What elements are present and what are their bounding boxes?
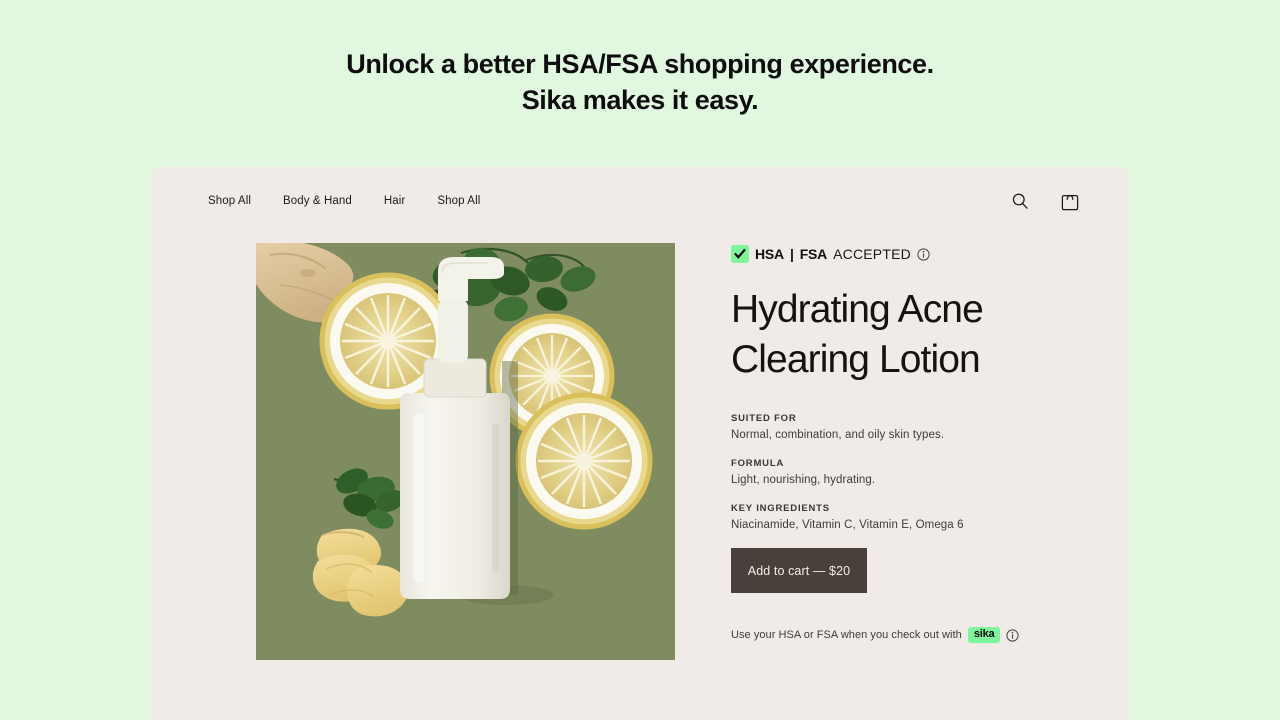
nav-icons [1010,191,1080,211]
spec-value: Niacinamide, Vitamin C, Vitamin E, Omega… [731,519,964,531]
checkout-note: Use your HSA or FSA when you check out w… [731,627,1128,643]
spec-formula: FORMULA Light, nourishing, hydrating. [731,458,1128,486]
spec-suited-for: SUITED FOR Normal, combination, and oily… [731,413,1128,441]
badge-accepted-label: ACCEPTED [833,246,911,262]
spec-label: FORMULA [731,458,785,469]
shopping-bag-icon[interactable] [1060,191,1080,211]
badge-fsa-label: FSA [799,246,828,262]
product-details: HSA | FSA ACCEPTED Hydrating Acne Cleari… [731,243,1128,660]
badge-separator: | [789,246,794,262]
sika-logo-chip: sika [967,627,1001,643]
nav-link-shop-all-2[interactable]: Shop All [437,195,480,207]
check-icon [731,245,749,263]
spec-label: SUITED FOR [731,413,797,424]
search-icon[interactable] [1010,191,1030,211]
checkout-note-text: Use your HSA or FSA when you check out w… [731,629,962,641]
nav-link-hair[interactable]: Hair [384,195,406,207]
nav-link-shop-all-1[interactable]: Shop All [208,195,251,207]
badge-hsa-label: HSA [755,246,784,262]
hero-headline-line-2: Sika makes it easy. [521,85,759,115]
nav-link-body-and-hand[interactable]: Body & Hand [283,195,352,207]
hsa-fsa-accepted-badge: HSA | FSA ACCEPTED [731,245,1128,263]
info-icon[interactable] [1006,628,1020,642]
hero-headline: Unlock a better HSA/FSA shopping experie… [0,0,1280,118]
product-card: Shop All Body & Hand Hair Shop All HSA |… [152,167,1128,720]
site-nav: Shop All Body & Hand Hair Shop All [152,167,1128,211]
product-image[interactable] [256,243,675,660]
spec-value: Normal, combination, and oily skin types… [731,429,945,441]
info-icon[interactable] [917,247,930,261]
product-photo-illustration [256,243,675,660]
hero-headline-line-1: Unlock a better HSA/FSA shopping experie… [346,49,934,79]
spec-key-ingredients: KEY INGREDIENTS Niacinamide, Vitamin C, … [731,503,1128,531]
product-detail: HSA | FSA ACCEPTED Hydrating Acne Cleari… [152,211,1128,660]
page-title: Hydrating Acne Clearing Lotion [731,288,984,381]
spec-label: KEY INGREDIENTS [731,503,830,514]
nav-links: Shop All Body & Hand Hair Shop All [208,195,480,207]
spec-value: Light, nourishing, hydrating. [731,474,876,486]
add-to-cart-button[interactable]: Add to cart — $20 [731,548,867,593]
